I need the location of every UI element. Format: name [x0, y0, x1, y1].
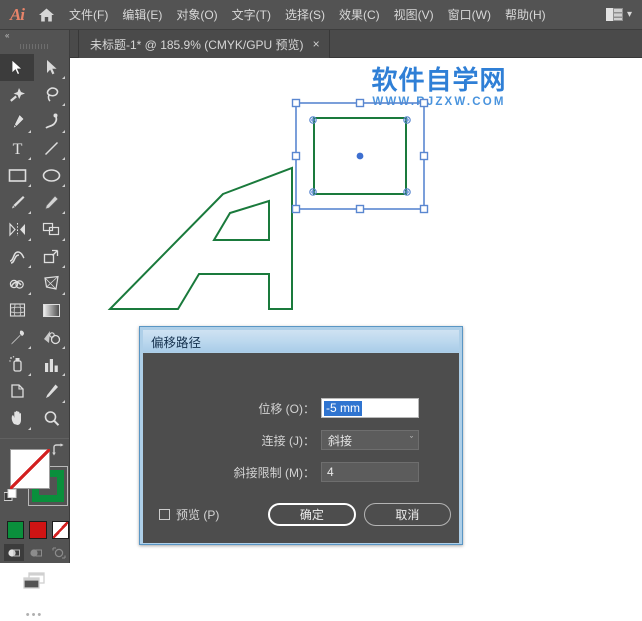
document-tab-title: 未标题-1* @ 185.9% (CMYK/GPU 预览) — [90, 37, 304, 52]
document-tab[interactable]: 未标题-1* @ 185.9% (CMYK/GPU 预览) × — [78, 30, 330, 58]
app-logo-icon: Ai — [9, 4, 25, 24]
none-swatch[interactable] — [51, 521, 69, 539]
dialog-body: 位移 (O)： -5 mm 连接 (J)： 斜接 ˇ 斜接限制 (M)： 4 预… — [143, 353, 459, 543]
rectangle-tool[interactable] — [0, 162, 34, 189]
menu-edit[interactable]: 编辑(E) — [115, 0, 169, 30]
close-icon[interactable]: × — [313, 38, 320, 50]
dialog-title-bar[interactable]: 偏移路径 — [143, 330, 459, 352]
gradient-tool[interactable] — [34, 297, 68, 324]
draw-normal-mode[interactable] — [4, 544, 25, 561]
letter-a-shape — [107, 166, 293, 310]
hand-tool[interactable] — [0, 405, 34, 432]
menu-window[interactable]: 窗口(W) — [441, 0, 498, 30]
join-label: 连接 (J)： — [261, 433, 315, 448]
dialog-title: 偏移路径 — [151, 335, 202, 350]
slice-tool[interactable] — [34, 378, 68, 405]
eyedropper-tool[interactable] — [0, 324, 34, 351]
center-point — [356, 152, 364, 160]
lasso-tool[interactable] — [34, 81, 68, 108]
workspace-switcher[interactable]: ▾ — [605, 0, 642, 30]
miter-limit-label: 斜接限制 (M)： — [233, 465, 315, 480]
menu-bar: Ai 文件(F) 编辑(E) 对象(O) 文字(T) 选择(S) 效果(C) 视… — [0, 0, 642, 30]
shape-builder-tool[interactable] — [0, 270, 34, 297]
curvature-tool[interactable] — [34, 108, 68, 135]
home-icon[interactable] — [30, 0, 62, 30]
join-select-value: 斜接 — [328, 433, 353, 448]
color-swatch-green[interactable] — [7, 521, 25, 539]
swap-fill-stroke-icon[interactable] — [51, 443, 65, 457]
none-indicator-icon — [10, 449, 50, 489]
menu-view[interactable]: 视图(V) — [387, 0, 441, 30]
quick-color-swatches — [0, 519, 69, 539]
fill-swatch[interactable] — [10, 449, 50, 489]
workspace-switcher-icon — [605, 8, 623, 21]
more-tools-icon[interactable]: ••• — [0, 591, 69, 621]
magic-wand-tool[interactable] — [0, 81, 34, 108]
perspective-grid-tool[interactable] — [34, 270, 68, 297]
ellipse-tool[interactable] — [34, 162, 68, 189]
zoom-tool[interactable] — [34, 405, 68, 432]
rotate-tool[interactable] — [0, 216, 34, 243]
artboard-tool[interactable] — [0, 378, 34, 405]
menu-object[interactable]: 对象(O) — [169, 0, 224, 30]
offset-input[interactable]: -5 mm — [321, 398, 419, 418]
drawing-modes — [0, 539, 69, 561]
fill-stroke-controls — [0, 438, 69, 519]
scale-tool[interactable] — [34, 216, 68, 243]
paintbrush-tool[interactable] — [0, 189, 34, 216]
offset-label: 位移 (O)： — [258, 401, 315, 416]
join-row: 连接 (J)： 斜接 ˇ — [143, 429, 459, 451]
join-select[interactable]: 斜接 ˇ — [321, 430, 419, 450]
screen-mode-button[interactable] — [0, 561, 69, 591]
draw-behind-mode[interactable] — [26, 544, 46, 561]
free-transform-tool[interactable] — [34, 243, 68, 270]
chevron-down-icon: ▾ — [626, 9, 632, 20]
menu-type[interactable]: 文字(T) — [225, 0, 278, 30]
illustrator-window: Ai 文件(F) 编辑(E) 对象(O) 文字(T) 选择(S) 效果(C) 视… — [0, 0, 642, 621]
svg-text:T: T — [12, 141, 22, 157]
menu-help[interactable]: 帮助(H) — [498, 0, 553, 30]
miter-limit-value: 4 — [327, 465, 334, 479]
cancel-button[interactable]: 取消 — [363, 503, 452, 526]
preview-label: 预览 (P) — [176, 508, 220, 522]
direct-selection-tool[interactable] — [34, 54, 68, 81]
blend-tool[interactable] — [34, 324, 68, 351]
type-tool[interactable]: T — [0, 135, 34, 162]
width-tool[interactable] — [0, 243, 34, 270]
offset-row: 位移 (O)： -5 mm — [143, 397, 459, 419]
menu-effect[interactable]: 效果(C) — [332, 0, 387, 30]
line-segment-tool[interactable] — [34, 135, 68, 162]
miter-limit-input[interactable]: 4 — [321, 462, 419, 482]
checkbox-icon — [159, 509, 170, 520]
screen-mode-icon — [22, 572, 45, 589]
gradient-swatch-red[interactable] — [29, 521, 47, 539]
chevron-down-icon: ˇ — [410, 435, 413, 445]
selection-tool[interactable] — [0, 54, 34, 81]
draw-inside-mode[interactable] — [49, 544, 69, 561]
offset-path-dialog[interactable]: 偏移路径 位移 (O)： -5 mm 连接 (J)： 斜接 ˇ 斜接限制 (M)… — [139, 326, 463, 545]
menu-select[interactable]: 选择(S) — [278, 0, 332, 30]
preview-checkbox[interactable]: 预览 (P) — [159, 506, 268, 523]
default-fill-stroke-icon[interactable] — [4, 489, 17, 502]
mesh-tool[interactable] — [0, 297, 34, 324]
column-graph-tool[interactable] — [34, 351, 68, 378]
document-tab-bar: 未标题-1* @ 185.9% (CMYK/GPU 预览) × — [70, 30, 642, 58]
dialog-button-row: 预览 (P) 确定 取消 — [159, 503, 452, 526]
menu-file[interactable]: 文件(F) — [62, 0, 115, 30]
symbol-sprayer-tool[interactable] — [0, 351, 34, 378]
offset-input-value: -5 mm — [324, 400, 362, 416]
tools-panel: « T ••• — [0, 30, 70, 621]
panel-drag-handle[interactable] — [0, 41, 69, 51]
shaper-tool[interactable] — [34, 189, 68, 216]
tool-grid: T — [0, 51, 69, 432]
pen-tool[interactable] — [0, 108, 34, 135]
ok-button[interactable]: 确定 — [268, 503, 356, 526]
miter-limit-row: 斜接限制 (M)： 4 — [143, 461, 459, 483]
collapse-panel-icon[interactable]: « — [0, 30, 69, 41]
